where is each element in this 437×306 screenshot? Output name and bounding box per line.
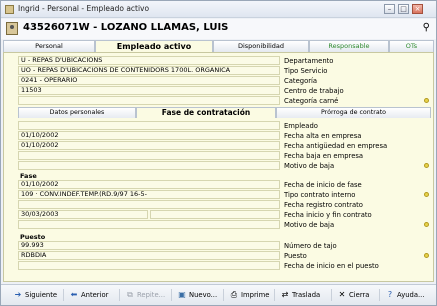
tab-ots[interactable]: OTs bbox=[389, 40, 434, 52]
fase-motivo-baja-field[interactable] bbox=[18, 220, 280, 229]
fecha-inicio-fin-label: Fecha inicio y fin contrato bbox=[284, 211, 372, 219]
fecha-inicio-puesto-label: Fecha de inicio en el puesto bbox=[284, 262, 379, 270]
imprime-label: Imprime bbox=[241, 291, 270, 299]
app-icon bbox=[5, 5, 14, 14]
tipo-contrato-label: Tipo contrato interno bbox=[284, 191, 356, 199]
title-bar: Ingrid - Personal - Empleado activo – □ … bbox=[1, 1, 436, 18]
numero-tajo-label: Número de tajo bbox=[284, 242, 337, 250]
nuevo-label: Nuevo... bbox=[189, 291, 218, 299]
toolbar-divider bbox=[119, 289, 120, 301]
fecha-alta-field[interactable]: 01/10/2002 bbox=[18, 131, 280, 140]
categoria-field[interactable]: 0241 - OPERARIO bbox=[18, 76, 280, 85]
employee-header: 43526071W - LOZANO LLAMAS, LUIS ⚲ bbox=[1, 19, 436, 39]
toolbar-divider bbox=[331, 289, 332, 301]
departamento-field[interactable]: U - REPÁS D'UBICACIONS bbox=[18, 56, 280, 65]
anterior-button[interactable]: ⬅ Anterior bbox=[69, 288, 109, 302]
toolbar-divider bbox=[223, 289, 224, 301]
toolbar-divider bbox=[63, 289, 64, 301]
ayuda-label: Ayuda... bbox=[397, 291, 425, 299]
required-indicator-icon bbox=[424, 98, 429, 103]
fecha-inicio-fase-label: Fecha de inicio de fase bbox=[284, 181, 362, 189]
fecha-alta-label: Fecha alta en empresa bbox=[284, 132, 362, 140]
ayuda-button[interactable]: ? Ayuda... bbox=[385, 288, 425, 302]
numero-tajo-field[interactable]: 99.993 bbox=[18, 241, 280, 250]
bottom-toolbar: ➔ Siguiente ⬅ Anterior ⧉ Repite... ▣ Nuevo..… bbox=[1, 284, 436, 305]
window-title: Ingrid - Personal - Empleado activo bbox=[18, 4, 150, 13]
cierra-label: Cierra bbox=[349, 291, 370, 299]
fecha-baja-label: Fecha baja en empresa bbox=[284, 152, 364, 160]
main-tabs: Personal Empleado activo Disponibilidad … bbox=[3, 40, 434, 53]
fecha-antiguedad-label: Fecha antigüedad en empresa bbox=[284, 142, 388, 150]
empleado-activo-panel: U - REPÁS D'UBICACIONS Departamento UO -… bbox=[3, 52, 434, 282]
transfer-icon: ⇄ bbox=[281, 290, 289, 299]
puesto-label: Puesto bbox=[284, 252, 307, 260]
imprime-button[interactable]: ⎙ Imprime bbox=[229, 288, 270, 302]
tab-fase-contratacion[interactable]: Fase de contratación bbox=[136, 107, 276, 118]
minimize-button[interactable]: – bbox=[384, 4, 395, 14]
tipo-contrato-field[interactable]: 109 · CONV.INDEF.TEMP.(RD.9/97 16-5- bbox=[18, 190, 280, 199]
tab-personal[interactable]: Personal bbox=[3, 40, 95, 52]
fecha-inicio-puesto-field[interactable] bbox=[18, 261, 280, 270]
printer-icon: ⎙ bbox=[230, 290, 238, 299]
fecha-antiguedad-field[interactable]: 01/10/2002 bbox=[18, 141, 280, 150]
required-indicator-icon bbox=[424, 253, 429, 258]
siguiente-button[interactable]: ➔ Siguiente bbox=[13, 288, 57, 302]
fecha-inicio-fase-field[interactable]: 01/10/2002 bbox=[18, 180, 280, 189]
puesto-section-title: Puesto bbox=[20, 233, 46, 241]
fase-section-title: Fase bbox=[20, 172, 37, 180]
traslada-label: Traslada bbox=[292, 291, 321, 299]
puesto-field[interactable]: RDBDIA bbox=[18, 251, 280, 260]
departamento-label: Departamento bbox=[284, 57, 334, 65]
siguiente-label: Siguiente bbox=[25, 291, 58, 299]
toolbar-divider bbox=[379, 289, 380, 301]
required-indicator-icon bbox=[424, 222, 429, 227]
anterior-label: Anterior bbox=[81, 291, 109, 299]
tab-responsable[interactable]: Responsable bbox=[309, 40, 389, 52]
tab-prorroga-contrato[interactable]: Prórroga de contrato bbox=[276, 107, 431, 118]
employee-card-icon bbox=[6, 22, 18, 35]
cierra-button[interactable]: ✕ Cierra bbox=[337, 288, 370, 302]
fecha-baja-field[interactable] bbox=[18, 151, 280, 160]
empleado-field[interactable] bbox=[18, 121, 280, 130]
close-x-icon: ✕ bbox=[338, 290, 346, 299]
motivo-baja-field[interactable] bbox=[18, 161, 280, 170]
categoria-carne-label: Categoría carné bbox=[284, 97, 339, 105]
fecha-fin-contrato-field[interactable] bbox=[150, 210, 280, 219]
repeat-icon: ⧉ bbox=[127, 290, 133, 299]
tab-disponibilidad[interactable]: Disponibilidad bbox=[213, 40, 309, 52]
toolbar-divider bbox=[171, 289, 172, 301]
centro-trabajo-label: Centro de trabajo bbox=[284, 87, 344, 95]
traslada-button[interactable]: ⇄ Traslada bbox=[280, 288, 321, 302]
help-icon: ? bbox=[387, 290, 393, 299]
categoria-carne-field[interactable] bbox=[18, 96, 280, 105]
app-window: Ingrid - Personal - Empleado activo – □ … bbox=[0, 0, 437, 306]
empleado-label: Empleado bbox=[284, 122, 318, 130]
required-indicator-icon bbox=[424, 163, 429, 168]
motivo-baja-label: Motivo de baja bbox=[284, 162, 335, 170]
tab-datos-personales[interactable]: Datos personales bbox=[18, 107, 136, 118]
tipo-servicio-label: Tipo Servicio bbox=[284, 67, 328, 75]
toolbar-divider bbox=[274, 289, 275, 301]
fecha-registro-label: Fecha registro contrato bbox=[284, 201, 363, 209]
employee-name: 43526071W - LOZANO LLAMAS, LUIS bbox=[23, 22, 229, 33]
sub-tabs: Datos personales Fase de contratación Pr… bbox=[18, 107, 433, 118]
binoculars-search-icon[interactable]: ⚲ bbox=[423, 22, 430, 33]
repite-button[interactable]: ⧉ Repite... bbox=[125, 288, 165, 302]
arrow-left-icon: ⬅ bbox=[70, 290, 78, 299]
fecha-inicio-contrato-field[interactable]: 30/03/2003 bbox=[18, 210, 148, 219]
required-indicator-icon bbox=[424, 192, 429, 197]
fase-motivo-baja-label: Motivo de baja bbox=[284, 221, 335, 229]
tipo-servicio-field[interactable]: UO - REPÁS D'UBICACIONS DE CONTENIDORS 1… bbox=[18, 66, 280, 75]
nuevo-button[interactable]: ▣ Nuevo... bbox=[177, 288, 217, 302]
repite-label: Repite... bbox=[137, 291, 166, 299]
new-record-icon: ▣ bbox=[178, 290, 186, 299]
maximize-button[interactable]: □ bbox=[398, 4, 409, 14]
fecha-registro-field[interactable] bbox=[18, 200, 280, 209]
categoria-label: Categoría bbox=[284, 77, 318, 85]
arrow-right-icon: ➔ bbox=[14, 290, 22, 299]
close-window-button[interactable]: × bbox=[412, 4, 423, 14]
centro-trabajo-field[interactable]: 11503 bbox=[18, 86, 280, 95]
